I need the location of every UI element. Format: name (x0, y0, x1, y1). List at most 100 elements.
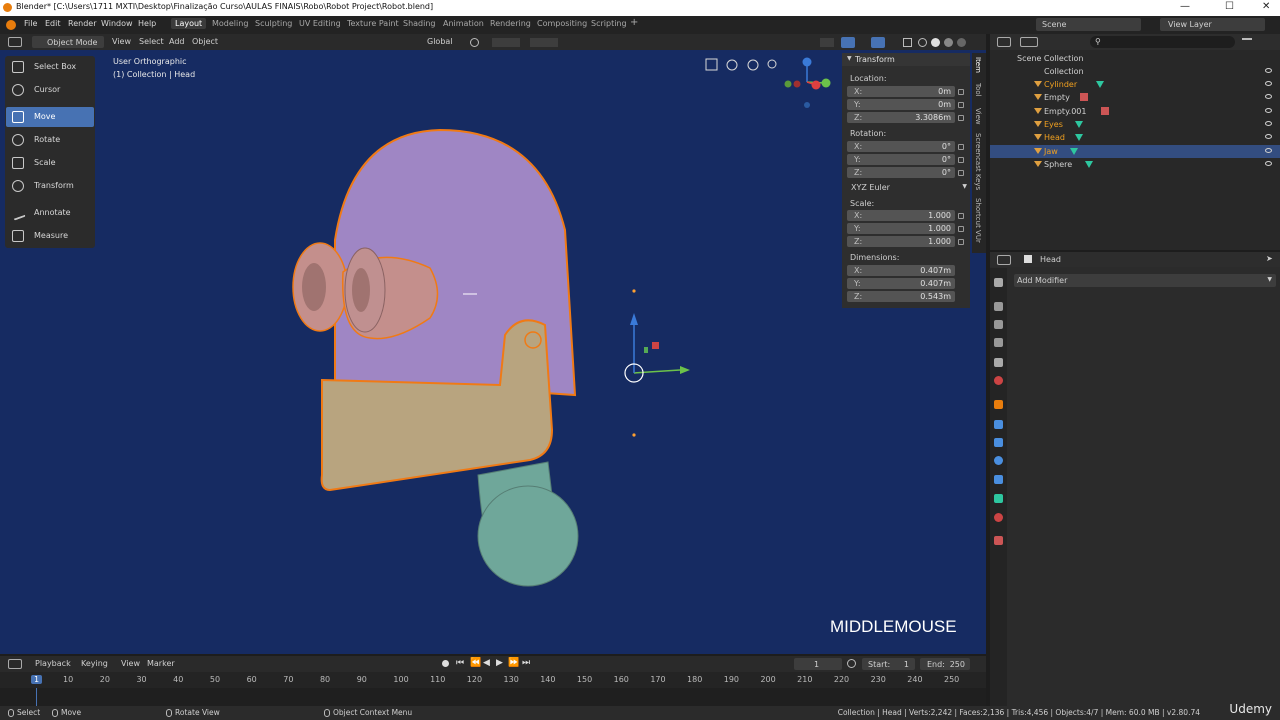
robot-model[interactable] (0, 50, 986, 654)
tool-measure[interactable]: Measure (6, 226, 94, 246)
menu-playback[interactable]: Playback (35, 659, 71, 668)
eye-icon[interactable] (1265, 120, 1272, 126)
menu-render[interactable]: Render (68, 19, 96, 28)
search-input[interactable]: ⚲ (1090, 36, 1235, 48)
outliner-item[interactable]: Cylinder (990, 78, 1280, 91)
menu-keying[interactable]: Keying (81, 659, 108, 668)
rotation-y-field[interactable]: Y: 0° (847, 154, 955, 165)
tab-layout[interactable]: Layout (171, 18, 207, 29)
maximize-button[interactable]: ☐ (1225, 1, 1234, 12)
current-frame-field[interactable]: 1 (794, 658, 842, 670)
outliner-collection[interactable]: Collection (990, 65, 1280, 78)
constraints-icon[interactable] (994, 475, 1003, 484)
material-shading-icon[interactable] (944, 38, 953, 47)
menu-file[interactable]: File (24, 19, 37, 28)
particles-icon[interactable] (994, 438, 1003, 447)
tab-rendering[interactable]: Rendering (490, 19, 531, 28)
transform-orientation-dropdown[interactable]: Global (412, 37, 472, 48)
solid-shading-icon[interactable] (931, 38, 940, 47)
end-frame-field[interactable]: End: 250 (920, 658, 970, 670)
outliner-item[interactable]: Sphere (990, 158, 1280, 171)
tab-compositing[interactable]: Compositing (537, 19, 587, 28)
menu-view[interactable]: View (112, 37, 131, 46)
outliner-item[interactable]: Eyes (990, 118, 1280, 131)
physics-icon[interactable] (994, 456, 1003, 465)
add-workspace-button[interactable]: + (630, 17, 638, 28)
object-properties-icon[interactable] (994, 400, 1003, 409)
tab-shading[interactable]: Shading (403, 19, 436, 28)
jump-start-icon[interactable]: ⏮ (456, 658, 464, 668)
render-icon[interactable] (994, 302, 1003, 311)
lock-icon[interactable] (958, 89, 964, 95)
tab-view[interactable]: View (974, 108, 982, 125)
tool-select-box[interactable]: Select Box (6, 57, 94, 77)
rotation-x-field[interactable]: X: 0° (847, 141, 955, 152)
world-icon[interactable] (994, 376, 1003, 385)
menu-timeline-view[interactable]: View (121, 659, 140, 668)
pivot-icon[interactable] (470, 38, 479, 47)
mesh-data-icon[interactable] (1095, 81, 1104, 88)
tab-tool[interactable]: Tool (974, 83, 982, 97)
play-reverse-icon[interactable]: ◀ (483, 658, 490, 668)
tool-rotate[interactable]: Rotate (6, 130, 94, 150)
wireframe-shading-icon[interactable] (918, 38, 927, 47)
jump-end-icon[interactable]: ⏭ (522, 658, 530, 668)
location-z-field[interactable]: Z: 3.3086m (847, 112, 955, 123)
tab-animation[interactable]: Animation (443, 19, 484, 28)
editor-type-icon[interactable] (997, 37, 1011, 47)
editor-type-icon[interactable] (8, 37, 22, 47)
transform-panel-header[interactable]: ▼ Transform (842, 53, 970, 66)
outliner-item[interactable]: Head (990, 131, 1280, 144)
rotation-z-field[interactable]: Z: 0° (847, 167, 955, 178)
overlay-toggle-icon[interactable] (871, 37, 885, 48)
eye-icon[interactable] (1265, 68, 1272, 73)
add-modifier-dropdown[interactable]: Add Modifier ▼ (1014, 274, 1276, 287)
menu-add[interactable]: Add (169, 37, 185, 46)
close-button[interactable]: ✕ (1262, 1, 1270, 12)
snap-icon[interactable] (492, 38, 520, 47)
editor-type-icon[interactable] (8, 659, 22, 669)
lock-icon[interactable] (958, 102, 964, 108)
navigation-gizmo[interactable] (784, 57, 831, 109)
dimensions-x-field[interactable]: X: 0.407m (847, 265, 955, 276)
object-data-icon[interactable] (994, 494, 1003, 503)
camera-icon[interactable] (726, 59, 738, 71)
tool-transform[interactable]: Transform (6, 176, 94, 196)
next-keyframe-icon[interactable]: ⏩ (508, 658, 519, 668)
image-data-icon[interactable] (1080, 93, 1088, 102)
view-layer-selector[interactable]: View Layer (1160, 18, 1265, 31)
proportional-edit-icon[interactable] (530, 38, 558, 47)
pin-icon[interactable]: ➤ (1266, 254, 1273, 263)
eye-icon[interactable] (1265, 160, 1272, 166)
gizmo-toggle-icon[interactable] (841, 37, 855, 48)
xray-icon[interactable] (903, 38, 912, 47)
neck-sphere[interactable] (477, 485, 579, 587)
mesh-data-icon[interactable] (1074, 134, 1083, 142)
outliner-item[interactable]: Jaw (990, 144, 1280, 158)
dimensions-y-field[interactable]: Y: 0.407m (847, 278, 955, 289)
timeline-ruler[interactable]: 1 10 20 30 40 50 60 70 80 90 100 110 120 130 140 150 160… (0, 672, 986, 688)
mesh-data-icon[interactable] (1085, 160, 1094, 168)
visibility-icon[interactable] (820, 38, 834, 47)
modifier-icon[interactable] (994, 420, 1003, 429)
tab-texture-paint[interactable]: Texture Paint (347, 19, 399, 28)
scale-x-field[interactable]: X: 1.000 (847, 210, 955, 221)
image-data-icon[interactable] (1100, 106, 1109, 115)
eye-icon[interactable] (1265, 94, 1272, 100)
scene-selector[interactable]: Scene (1036, 18, 1141, 31)
menu-select[interactable]: Select (139, 37, 164, 46)
menu-edit[interactable]: Edit (45, 19, 61, 28)
lock-icon[interactable] (958, 115, 964, 121)
location-x-field[interactable]: X: 0m (847, 86, 955, 97)
display-mode-icon[interactable] (1020, 37, 1038, 47)
outliner-scene-collection[interactable]: Scene Collection (990, 52, 1280, 65)
blender-menu-icon[interactable] (6, 20, 16, 30)
tab-uv-editing[interactable]: UV Editing (299, 19, 341, 28)
prev-keyframe-icon[interactable]: ⏪ (470, 658, 481, 668)
eye-icon[interactable] (1265, 147, 1272, 153)
tab-screencast-keys[interactable]: Screencast Keys (974, 133, 982, 190)
view-layer-icon[interactable] (994, 338, 1003, 347)
menu-help[interactable]: Help (138, 19, 156, 28)
texture-icon[interactable] (994, 536, 1003, 545)
tool-annotate[interactable]: Annotate (6, 203, 94, 223)
